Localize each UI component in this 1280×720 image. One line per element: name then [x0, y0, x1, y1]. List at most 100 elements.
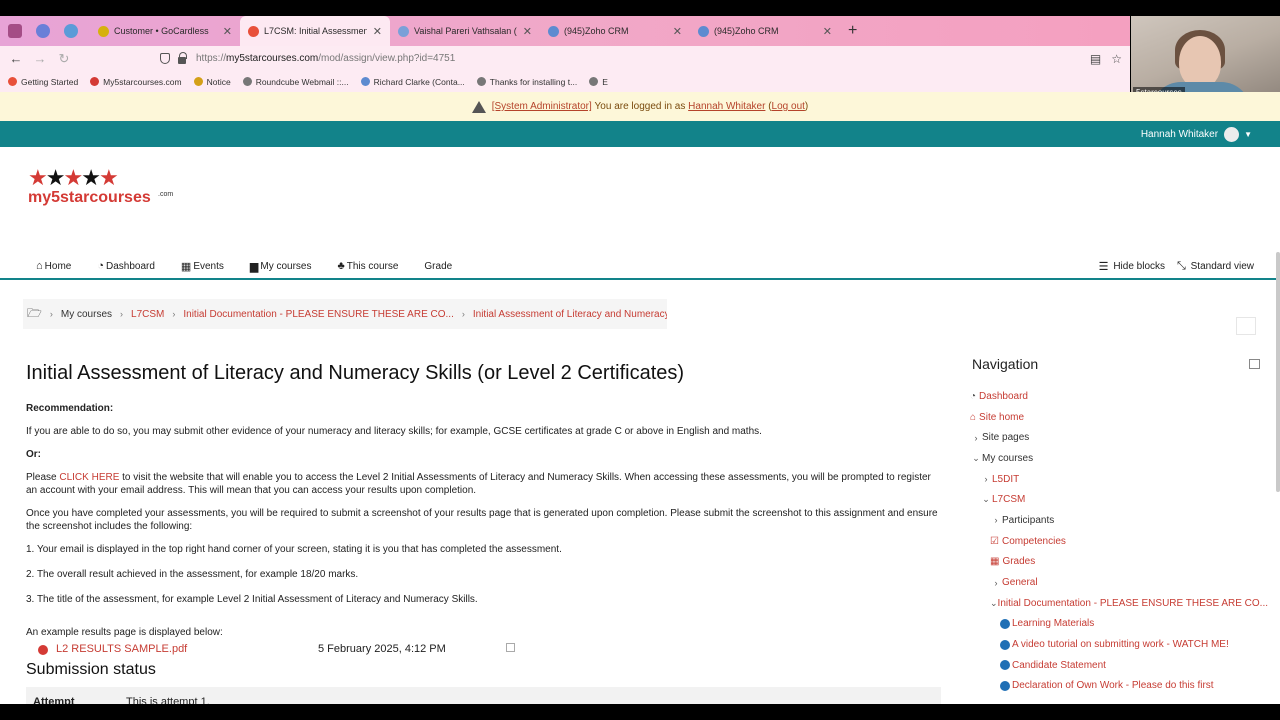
click-here-text: to visit the website that will enable yo…: [26, 472, 931, 496]
chevron-down-icon[interactable]: ⌄: [980, 494, 992, 505]
click-here-link[interactable]: CLICK HERE: [59, 472, 119, 483]
url-domain: my5starcourses.com: [226, 53, 319, 64]
bookmark-item[interactable]: My5starcourses.com: [90, 76, 182, 87]
new-tab-button[interactable]: +: [840, 22, 857, 40]
reload-icon[interactable]: ↻: [52, 51, 76, 67]
app-icon[interactable]: [8, 24, 22, 38]
sitemap-icon: ♣: [337, 260, 345, 272]
browser-tab[interactable]: Customer • GoCardless ✕: [90, 16, 240, 46]
nav-tree-item[interactable]: › L5DIT: [968, 469, 1268, 490]
nav-events[interactable]: ▦ Events: [181, 260, 224, 273]
browser-tab[interactable]: (945)Zoho CRM ✕: [690, 16, 840, 46]
reader-view-icon[interactable]: ▤: [1090, 52, 1101, 66]
breadcrumb-course[interactable]: L7CSM: [131, 309, 164, 320]
chevron-down-icon[interactable]: ⌄: [970, 453, 982, 464]
bookmark-label: My5starcourses.com: [103, 76, 182, 87]
logout-link[interactable]: Log out: [772, 101, 805, 112]
bookmark-icon: [360, 77, 370, 86]
dashboard-icon: ◔: [97, 260, 104, 272]
shield-icon[interactable]: [160, 53, 170, 64]
chevron-right-icon[interactable]: ›: [990, 515, 1002, 525]
browser-tab[interactable]: Vaishal Pareri Vathsalan (Conta ✕: [390, 16, 540, 46]
close-icon[interactable]: ✕: [673, 25, 682, 38]
expand-icon: ⤡: [1177, 259, 1186, 272]
bookmark-icon: [242, 77, 252, 86]
webcam-overlay: 5starcourses: [1131, 16, 1280, 100]
page-scrollbar[interactable]: [1276, 252, 1280, 492]
forward-icon[interactable]: →: [28, 51, 52, 66]
nav-tree-item[interactable]: ⌄ Initial Documentation - PLEASE ENSURE T…: [968, 593, 1268, 614]
system-admin-link[interactable]: [System Administrator]: [492, 101, 592, 112]
address-bar-row: ← → ↻ https://my5starcourses.com/mod/ass…: [0, 46, 1130, 71]
nav-tree-item[interactable]: ⌂ Site home: [968, 407, 1268, 428]
bookmark-item[interactable]: E: [589, 77, 608, 87]
main-content: Initial Assessment of Literacy and Numer…: [26, 362, 941, 704]
collapse-toggle[interactable]: [1236, 317, 1256, 335]
folder-icon[interactable]: 🗁: [27, 304, 42, 325]
nav-tree-item[interactable]: ⌄ My courses: [968, 448, 1268, 469]
bookmark-item[interactable]: Thanks for installing t...: [476, 76, 578, 87]
admin-user-link[interactable]: Hannah Whitaker: [688, 101, 765, 112]
close-icon[interactable]: ✕: [373, 25, 382, 38]
nav-tree-item[interactable]: ▦ Grades: [968, 552, 1268, 573]
extension-icon[interactable]: [64, 24, 78, 38]
nav-tree-label: Candidate Statement: [1012, 659, 1106, 671]
nav-my-courses[interactable]: ▆ My courses: [250, 260, 312, 273]
logo-com: .com: [158, 191, 174, 198]
file-checkbox[interactable]: [506, 643, 515, 652]
bookmark-label: Thanks for installing t...: [489, 76, 578, 87]
file-date: 5 February 2025, 4:12 PM: [318, 643, 446, 655]
file-row: L2 RESULTS SAMPLE.pdf 5 February 2025, 4…: [26, 643, 941, 658]
close-icon[interactable]: ✕: [823, 25, 832, 38]
breadcrumb-separator: ›: [461, 309, 465, 319]
nav-tree-item[interactable]: A video tutorial on submitting work - WA…: [968, 634, 1268, 655]
bookmark-item[interactable]: Roundcube Webmail ::...: [242, 77, 349, 87]
chevron-right-icon[interactable]: ›: [980, 474, 992, 484]
lock-icon[interactable]: [178, 52, 187, 64]
file-link[interactable]: L2 RESULTS SAMPLE.pdf: [56, 643, 187, 655]
nav-tree-item[interactable]: Candidate Statement: [968, 655, 1268, 676]
hide-blocks-button[interactable]: ☰ Hide blocks: [1099, 260, 1165, 273]
dock-icon[interactable]: [1249, 359, 1260, 369]
attempt-label: Attempt: [33, 696, 75, 704]
breadcrumb-my-courses[interactable]: My courses: [61, 309, 112, 320]
back-icon[interactable]: ←: [4, 51, 28, 66]
nav-this-course[interactable]: ♣ This course: [338, 260, 399, 272]
bookmark-item[interactable]: Notice: [193, 77, 231, 87]
bookmark-item[interactable]: Richard Clarke (Conta...: [360, 77, 465, 87]
nav-tree-item[interactable]: › Site pages: [968, 427, 1268, 448]
chevron-right-icon[interactable]: ›: [990, 578, 1002, 588]
breadcrumb-activity[interactable]: Initial Assessment of Literacy and Numer…: [473, 309, 667, 320]
nav-grade[interactable]: Grade: [424, 261, 452, 272]
close-icon[interactable]: ✕: [223, 25, 232, 38]
nav-tree-item[interactable]: ⌄ L7CSM: [968, 489, 1268, 510]
nav-tree-item[interactable]: Learning Materials: [968, 614, 1268, 635]
browser-tab[interactable]: (945)Zoho CRM ✕: [540, 16, 690, 46]
nav-tree-item[interactable]: › General: [968, 572, 1268, 593]
url-field[interactable]: https://my5starcourses.com/mod/assign/vi…: [160, 48, 1040, 69]
logo-brand: my5starcourses: [28, 189, 151, 206]
user-menu[interactable]: Hannah Whitaker ▼: [1141, 126, 1252, 142]
standard-view-button[interactable]: ⤡ Standard view: [1177, 260, 1254, 273]
nav-tree-item[interactable]: ◔ Dashboard: [968, 386, 1268, 407]
briefcase-icon: ▆: [249, 260, 259, 273]
nav-tree-item[interactable]: Declaration of Own Work - Please do this…: [968, 676, 1268, 697]
nav-tree-item[interactable]: ☑ Competencies: [968, 531, 1268, 552]
tab-label: (945)Zoho CRM: [564, 26, 629, 36]
chevron-right-icon[interactable]: ›: [970, 433, 982, 443]
bookmark-item[interactable]: Getting Started: [8, 77, 78, 87]
browser-tab[interactable]: L7CSM: Initial Assessment of Lit ✕: [240, 16, 390, 46]
list-item: 2. The overall result achieved in the as…: [26, 569, 359, 580]
breadcrumb-separator: ›: [172, 309, 176, 319]
bookmark-star-icon[interactable]: ☆: [1111, 52, 1122, 66]
nav-tree-item[interactable]: › Participants: [968, 510, 1268, 531]
nav-dashboard[interactable]: ◔ Dashboard: [97, 260, 155, 272]
breadcrumb-section[interactable]: Initial Documentation - PLEASE ENSURE TH…: [183, 309, 453, 320]
nav-tree-label: Dashboard: [979, 390, 1028, 402]
nav-home[interactable]: ⌂ Home: [36, 260, 71, 272]
chevron-down-icon[interactable]: ⌄: [990, 598, 998, 609]
bookmark-label: E: [602, 76, 608, 87]
close-icon[interactable]: ✕: [523, 25, 532, 38]
browser-icon[interactable]: [36, 24, 50, 38]
site-logo[interactable]: ★★★★★ my5starcourses .com: [28, 166, 178, 218]
